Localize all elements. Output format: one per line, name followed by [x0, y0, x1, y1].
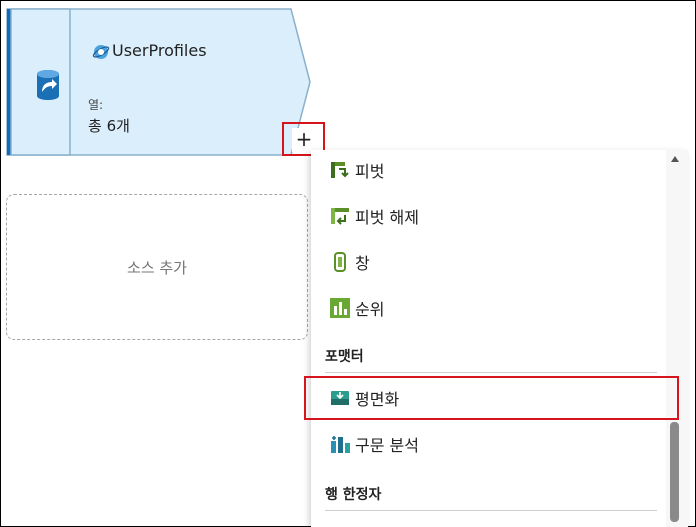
menu-item-unpivot[interactable]: 피벗 해제: [311, 196, 661, 236]
menu-item-label: 구문 분석: [355, 436, 419, 455]
section-divider: [325, 372, 657, 373]
add-source-label: 소스 추가: [127, 258, 187, 277]
unpivot-icon: [329, 205, 351, 227]
flatten-item-highlight: [304, 376, 679, 420]
menu-item-label: 피벗: [355, 162, 385, 181]
menu-item-label: 순위: [355, 300, 385, 319]
dataset-source-icon: [34, 68, 62, 102]
node-title: UserProfiles: [112, 41, 207, 60]
section-header-formatter: 포맷터: [325, 349, 364, 365]
menu-item-pivot[interactable]: 피벗: [311, 150, 661, 190]
columns-count: 총 6개: [88, 117, 130, 135]
menu-scrollbar-thumb[interactable]: [670, 422, 679, 522]
source-node-userprofiles[interactable]: UserProfiles 열: 총 6개: [6, 8, 312, 156]
pivot-icon: [329, 159, 351, 181]
scroll-up-arrow-icon[interactable]: [671, 156, 679, 162]
transformation-menu: 피벗 피벗 해제 창 순위 포맷터 평면화 구문 분석 행 한정자: [311, 150, 688, 527]
columns-label: 열:: [88, 98, 104, 112]
section-divider: [325, 510, 657, 511]
menu-item-parse[interactable]: 구문 분석: [311, 424, 661, 464]
parse-icon: [329, 433, 351, 455]
menu-item-label: 창: [355, 254, 370, 273]
menu-item-rank[interactable]: 순위: [311, 288, 661, 328]
cosmos-db-icon: [92, 43, 110, 61]
menu-item-label: 피벗 해제: [355, 208, 419, 227]
add-source-box[interactable]: 소스 추가: [6, 194, 308, 340]
window-icon: [329, 251, 351, 273]
menu-item-window[interactable]: 창: [311, 242, 661, 282]
section-header-row-modifier: 행 한정자: [325, 487, 382, 503]
rank-icon: [329, 297, 351, 319]
